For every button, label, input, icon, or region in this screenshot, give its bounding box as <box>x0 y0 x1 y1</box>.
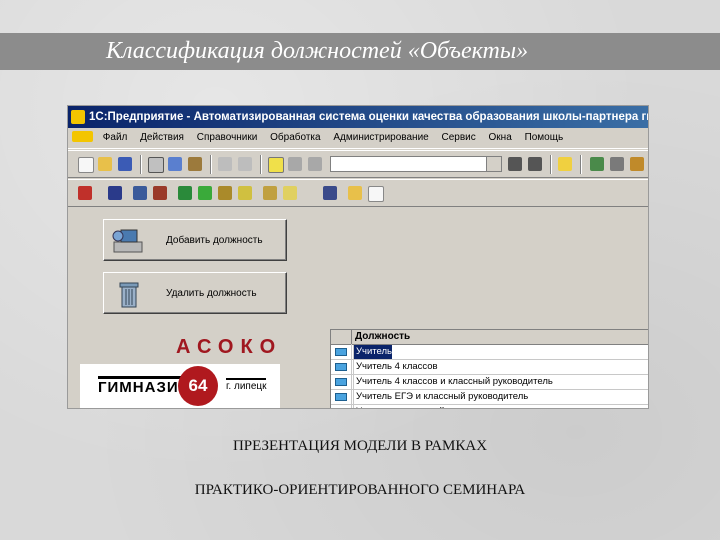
trash-bin-icon <box>119 282 139 308</box>
toolbar-separator <box>210 155 212 174</box>
calendar-icon[interactable] <box>610 157 624 171</box>
folder-icon <box>335 348 347 356</box>
slide-title: Классификация должностей «Объекты» <box>0 33 720 70</box>
table-header: Должность <box>331 330 648 345</box>
objects-toolbar <box>68 179 648 207</box>
window-title-bar: 1С:Предприятие - Автоматизированная сист… <box>68 106 648 128</box>
calculator-icon[interactable] <box>590 157 604 171</box>
menu-directories[interactable]: Справочники <box>192 128 263 148</box>
table-row[interactable]: Учитель 4 классов <box>331 360 648 375</box>
position-cell: Учитель и классный руководитель <box>353 405 507 408</box>
table-row[interactable]: Учитель 4 классов и классный руководител… <box>331 375 648 390</box>
asoko-brand: АСОКО <box>176 336 283 358</box>
menu-app-icon[interactable] <box>72 131 93 142</box>
window-title-text: 1С:Предприятие - Автоматизированная сист… <box>89 111 648 123</box>
school-logo-name: ГИМНАЗИЯ <box>98 376 191 397</box>
print-preview-icon[interactable] <box>238 157 252 171</box>
app-window: 1С:Предприятие - Автоматизированная сист… <box>68 106 648 408</box>
app-logo-icon <box>71 110 85 124</box>
menu-service[interactable]: Сервис <box>437 128 481 148</box>
column-header-position[interactable]: Должность <box>355 330 410 344</box>
positions-table: Должность Учитель Учитель 4 классов Учител… <box>330 329 648 408</box>
table-row[interactable]: Учитель и классный руководитель <box>331 405 648 408</box>
menu-file[interactable]: Файл <box>98 128 133 148</box>
edit-icon[interactable] <box>238 186 252 200</box>
redo-icon[interactable] <box>308 157 322 171</box>
menu-windows[interactable]: Окна <box>484 128 517 148</box>
school-logo-number: 64 <box>178 366 218 406</box>
folder-icon <box>335 363 347 371</box>
save-icon[interactable] <box>118 157 132 171</box>
report-icon[interactable] <box>283 186 297 200</box>
standard-toolbar <box>68 150 648 178</box>
table-row[interactable]: Учитель ЕГЭ и классный руководитель <box>331 390 648 405</box>
find-next-icon[interactable] <box>528 157 542 171</box>
messages-icon[interactable] <box>630 157 644 171</box>
caption-line-1: ПРЕЗЕНТАЦИЯ МОДЕЛИ В РАМКАХ <box>232 438 488 454</box>
cut-icon[interactable] <box>148 157 164 173</box>
classes-icon[interactable] <box>178 186 192 200</box>
objects-icon[interactable] <box>108 186 122 200</box>
add-position-label: Добавить должность <box>166 235 263 246</box>
folder-icon <box>335 378 347 386</box>
staff-icon[interactable] <box>153 186 167 200</box>
menu-bar: Файл Действия Справочники Обработка Адми… <box>68 128 648 149</box>
undo-icon[interactable] <box>288 157 302 171</box>
folder-icon <box>335 393 347 401</box>
table-row[interactable]: Учитель <box>331 345 648 360</box>
paste-icon[interactable] <box>188 157 202 171</box>
properties-icon[interactable] <box>268 157 284 173</box>
school-logo: ГИМНАЗИЯ 64 г. липецк <box>80 364 280 408</box>
folder-icon[interactable] <box>348 186 362 200</box>
toolbar-separator <box>550 155 552 174</box>
position-cell: Учитель <box>353 345 392 359</box>
position-cell: Учитель ЕГЭ и классный руководитель <box>353 390 528 404</box>
search-combobox[interactable] <box>330 156 502 172</box>
home-icon[interactable] <box>78 186 92 200</box>
new-document-icon[interactable] <box>78 157 94 173</box>
position-cell: Учитель 4 классов <box>353 360 438 374</box>
toolbar-separator <box>580 155 582 174</box>
toolbar-separator <box>260 155 262 174</box>
menu-processing[interactable]: Обработка <box>265 128 325 148</box>
school-logo-city: г. липецк <box>226 378 267 394</box>
delete-position-button[interactable]: Удалить должность <box>103 272 287 314</box>
computer-add-icon <box>112 229 143 253</box>
toolbar-separator <box>140 155 142 174</box>
position-cell: Учитель 4 классов и классный руководител… <box>353 375 553 389</box>
caption-line-2: ПРАКТИКО-ОРИЕНТИРОВАННОГО СЕМИНАРА <box>194 482 526 498</box>
menu-help[interactable]: Помощь <box>520 128 569 148</box>
menu-administration[interactable]: Администрирование <box>328 128 433 148</box>
books-icon[interactable] <box>218 186 232 200</box>
header-gutter <box>331 330 352 344</box>
users-icon[interactable] <box>133 186 147 200</box>
table-body: Учитель Учитель 4 классов Учитель 4 классо… <box>331 345 648 408</box>
tools-icon[interactable] <box>263 186 277 200</box>
help-icon[interactable] <box>558 157 572 171</box>
open-folder-icon[interactable] <box>98 157 112 171</box>
menu-actions[interactable]: Действия <box>135 128 189 148</box>
copy-icon[interactable] <box>168 157 182 171</box>
document-icon[interactable] <box>368 186 384 202</box>
print-icon[interactable] <box>218 157 232 171</box>
find-icon[interactable] <box>508 157 522 171</box>
add-position-button[interactable]: Добавить должность <box>103 219 287 261</box>
delete-position-label: Удалить должность <box>166 288 257 299</box>
settings-icon[interactable] <box>323 186 337 200</box>
gutter-line <box>351 344 352 408</box>
subjects-icon[interactable] <box>198 186 212 200</box>
form-area: Добавить должность Удалить должность АСО… <box>68 207 648 408</box>
